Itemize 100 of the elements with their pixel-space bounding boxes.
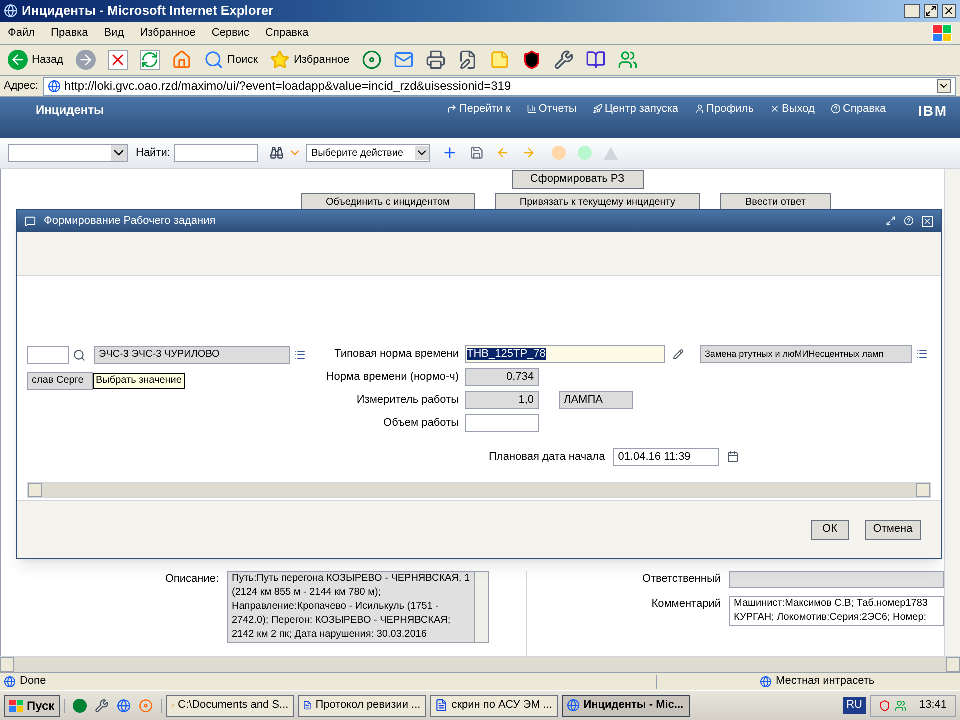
menu-item[interactable]: Избранное bbox=[140, 24, 196, 42]
horizontal-scrollbar[interactable] bbox=[27, 482, 931, 498]
menu-item[interactable]: Файл bbox=[8, 24, 36, 42]
arrow-icon bbox=[447, 104, 458, 114]
field-label: Типовая норма времени bbox=[334, 346, 459, 362]
volume-field[interactable] bbox=[465, 414, 539, 432]
cross-icon bbox=[770, 104, 780, 114]
document-icon bbox=[302, 699, 312, 712]
logo: IBM bbox=[918, 102, 948, 121]
tooltip: Выбрать значение bbox=[93, 373, 185, 389]
vertical-scrollbar[interactable] bbox=[944, 169, 960, 656]
header-link[interactable]: Перейти к bbox=[447, 101, 511, 118]
header-link[interactable]: Отчеты bbox=[526, 101, 577, 118]
vertical-scrollbar[interactable] bbox=[474, 572, 488, 642]
search-icon[interactable] bbox=[73, 348, 86, 362]
field-label: Плановая дата начала bbox=[489, 450, 606, 465]
stop-icon bbox=[108, 50, 128, 70]
tree-icon[interactable] bbox=[72, 698, 87, 712]
norm-name-field[interactable]: Замена ртутных и люМИНесцентных ламп bbox=[700, 345, 912, 363]
header-link[interactable]: Справка bbox=[830, 101, 886, 118]
binoculars-icon[interactable] bbox=[270, 146, 284, 160]
start-button[interactable]: Пуск bbox=[4, 694, 60, 716]
description-field[interactable]: Путь:Путь перегона КОЗЫРЕВО - ЧЕРНЯВСКАЯ, 1 (2124 км 855 м - 2144 км 780 м); Направление:Кропачево - Исилькуль (1751 - 2742.0); Перегон: КОЗЫРЕВО - ЧЕРНЯВСКАЯ; 2142 км 2 пк; Дата нарушения: 30.03.2016 bbox=[227, 571, 489, 643]
person-field[interactable]: слав Серге bbox=[27, 372, 93, 390]
taskbar-button[interactable]: Инциденты - Mic... bbox=[562, 694, 690, 716]
taskbar-button[interactable]: Протокол ревизии ... bbox=[298, 694, 426, 716]
toolbar-button[interactable] bbox=[586, 50, 606, 70]
toolbar-button[interactable] bbox=[458, 50, 478, 70]
dropdown-icon bbox=[111, 145, 127, 161]
header-link[interactable]: Профиль bbox=[694, 101, 754, 118]
norm-type-field[interactable]: ТНВ_125ТР_78 bbox=[465, 345, 665, 363]
minimize-button[interactable] bbox=[904, 4, 920, 18]
responsible-label: Ответственный bbox=[641, 572, 721, 588]
dialog-title: Формирование Рабочего задания bbox=[44, 214, 216, 229]
toolbar-button[interactable]: Назад bbox=[8, 50, 64, 70]
close-icon[interactable] bbox=[942, 4, 956, 18]
input-field[interactable] bbox=[27, 346, 69, 364]
horizontal-scrollbar[interactable] bbox=[0, 656, 960, 672]
rocket-icon bbox=[592, 104, 603, 114]
toolbar-button[interactable] bbox=[426, 50, 446, 70]
page-icon bbox=[48, 80, 61, 92]
taskbar-button[interactable]: C:\Documents and S... bbox=[166, 694, 294, 716]
globe-icon[interactable] bbox=[116, 698, 131, 712]
wrench-icon bbox=[554, 50, 574, 70]
select-field[interactable] bbox=[8, 144, 128, 162]
taskbar-button[interactable]: скрин по АСУ ЭМ ... bbox=[430, 694, 558, 716]
refresh-icon bbox=[140, 50, 160, 70]
action-select[interactable]: Выберите действие bbox=[306, 144, 430, 162]
app-title: Инциденты bbox=[36, 102, 104, 119]
globe-icon bbox=[566, 699, 580, 712]
mail-icon bbox=[394, 50, 414, 70]
menu-item[interactable]: Вид bbox=[104, 24, 124, 42]
description-text: Направление:Кропачево - Исилькуль (1751 - bbox=[232, 600, 440, 614]
wrench-icon[interactable] bbox=[94, 698, 109, 712]
people-icon bbox=[895, 700, 908, 712]
zone-text: Местная интрасеть bbox=[776, 674, 876, 690]
header-link[interactable]: Центр запуска bbox=[592, 101, 679, 118]
meter-field[interactable]: 1,0 bbox=[465, 391, 539, 409]
menu-item[interactable]: Сервис bbox=[212, 24, 250, 42]
norm-time-field[interactable]: 0,734 bbox=[465, 368, 539, 386]
menu-item[interactable]: Правка bbox=[51, 24, 88, 42]
menu-item[interactable]: Справка bbox=[266, 24, 309, 42]
responsible-field[interactable] bbox=[729, 571, 944, 588]
save-icon[interactable] bbox=[470, 146, 484, 160]
toolbar-button[interactable]: Избранное bbox=[270, 50, 350, 70]
search-icon bbox=[204, 50, 224, 70]
header-link[interactable]: Выход bbox=[770, 101, 815, 118]
date-field[interactable]: 01.04.16 11:39 bbox=[613, 448, 720, 466]
maximize-icon[interactable] bbox=[886, 216, 896, 226]
generate-button[interactable]: Сформировать РЗ bbox=[512, 170, 644, 189]
dropdown-icon[interactable] bbox=[937, 79, 951, 93]
toolbar-button[interactable] bbox=[554, 50, 574, 70]
document-pen-icon bbox=[458, 50, 478, 70]
address-field[interactable]: http://loki.gvc.oao.rzd/maximo/ui/?event=loadapp&value=incid_rzd&uisessionid=319 bbox=[42, 76, 956, 96]
sticky-note-icon bbox=[490, 50, 510, 70]
comment-field[interactable]: Машинист:Максимов С.В; Таб.номер1783 КУРГАН; Локомотив:Серия:2ЭС6; Номер: bbox=[729, 596, 944, 626]
toolbar-button[interactable] bbox=[522, 50, 542, 70]
book-icon bbox=[586, 50, 606, 70]
dialog-button[interactable]: Отмена bbox=[865, 520, 921, 540]
disc-icon bbox=[362, 50, 382, 70]
language-indicator[interactable]: RU bbox=[842, 697, 866, 714]
calendar-icon[interactable] bbox=[727, 451, 740, 463]
disc-icon[interactable] bbox=[138, 698, 153, 712]
dropdown-icon bbox=[415, 146, 430, 160]
toolbar-button[interactable]: Поиск bbox=[204, 50, 258, 70]
person-icon bbox=[694, 104, 705, 114]
unit-field[interactable]: ЛАМПА bbox=[559, 391, 633, 409]
star-icon bbox=[270, 50, 290, 70]
address-label: Адрес: bbox=[4, 78, 39, 94]
description-text: Путь:Путь перегона КОЗЫРЕВО - ЧЕРНЯВСКАЯ, 1 bbox=[232, 572, 470, 586]
find-field[interactable] bbox=[174, 144, 258, 162]
dialog-button[interactable]: ОК bbox=[811, 520, 849, 540]
field-label: Норма времени (нормо-ч) bbox=[326, 370, 459, 385]
pencil-icon[interactable] bbox=[673, 348, 684, 360]
printer-icon bbox=[426, 50, 446, 70]
help-icon[interactable] bbox=[904, 216, 914, 226]
maximize-icon[interactable] bbox=[924, 4, 938, 18]
department-field[interactable]: ЭЧС-3 ЭЧС-3 ЧУРИЛОВО bbox=[94, 346, 290, 364]
globe-icon bbox=[4, 4, 18, 18]
description-text: 2742.0); Перегон: КОЗЫРЕВО - ЧЕРНЯВСКАЯ; bbox=[232, 614, 452, 628]
